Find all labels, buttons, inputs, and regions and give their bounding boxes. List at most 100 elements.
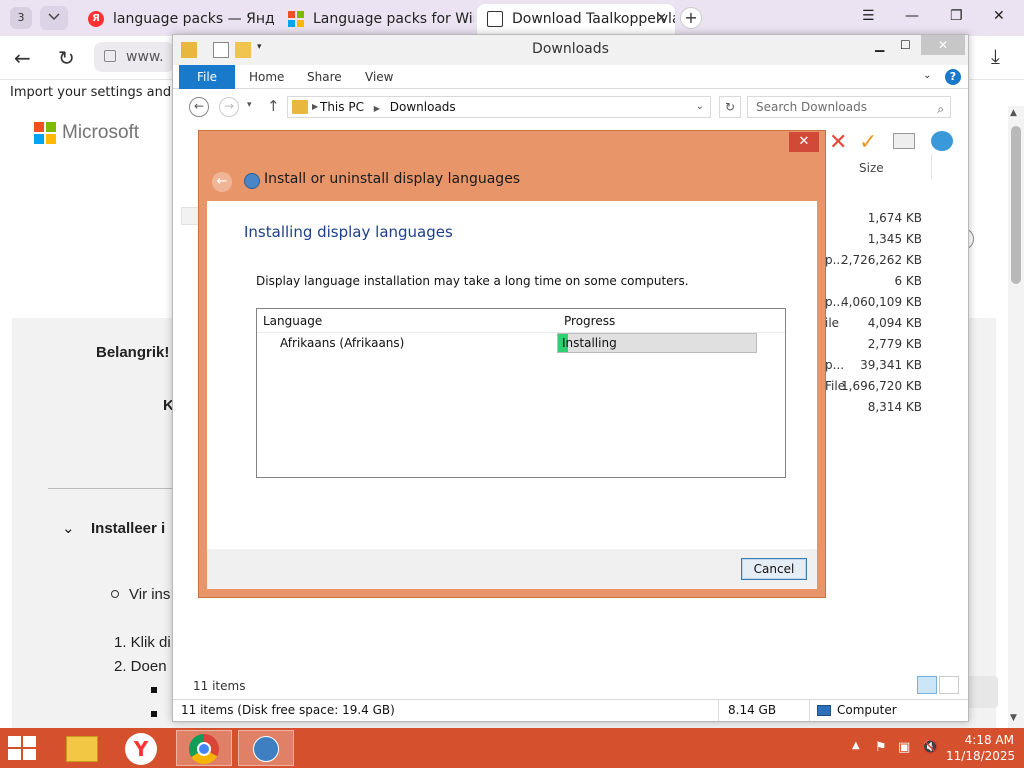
install-languages-dialog: ✕ ← Install or uninstall display languag… <box>198 130 826 598</box>
ribbon-tab-file[interactable]: File <box>179 65 235 89</box>
taskbar-language-settings[interactable] <box>238 730 294 766</box>
tab-close-icon[interactable]: ✕ <box>656 11 667 26</box>
microsoft-logo[interactable]: Microsoft <box>34 122 139 144</box>
tab-label: Download Taalkoppelvla <box>512 11 675 27</box>
page-scrollbar-thumb[interactable] <box>1011 126 1021 284</box>
divider <box>48 488 188 489</box>
computer-icon <box>817 705 831 716</box>
system-clock[interactable]: 4:18 AM 11/18/2025 <box>946 732 1015 764</box>
search-icon: ⌕ <box>937 102 944 116</box>
close-icon[interactable]: ✕ <box>993 8 1005 24</box>
dialog-note: Display language installation may take a… <box>256 274 689 288</box>
taskbar: Y ▲ ⚑ ▣ 🔇 4:18 AM 11/18/2025 <box>0 728 1024 768</box>
tabs-dropdown-button[interactable] <box>40 6 68 30</box>
explorer-maximize-icon[interactable]: ☐ <box>900 38 911 52</box>
reload-icon[interactable]: ↻ <box>58 46 75 70</box>
breadcrumb-downloads[interactable]: Downloads <box>390 100 456 114</box>
ribbon-tab-share[interactable]: Share <box>307 70 342 84</box>
download-icon[interactable]: ⤓ <box>991 44 1000 68</box>
back-arrow-icon[interactable]: ← <box>189 97 209 117</box>
language-table: Language Progress Afrikaans (Afrikaans) … <box>256 308 786 478</box>
bullet-square <box>151 711 157 717</box>
search-downloads-input[interactable]: Search Downloads ⌕ <box>747 96 951 118</box>
scroll-up-icon[interactable]: ▲ <box>1010 108 1017 118</box>
thumbnails-view-icon[interactable] <box>939 676 959 694</box>
tab-counter[interactable]: 3 <box>10 7 32 29</box>
browser-tab-bar: 3 Я language packs — Яндекс Language pac… <box>0 0 1024 36</box>
taskbar-chrome[interactable] <box>176 730 232 766</box>
import-settings-text: Import your settings and bo <box>10 85 192 100</box>
file-size: 4,094 KB <box>867 316 922 330</box>
file-size: 1,345 KB <box>867 232 922 246</box>
details-view-icon[interactable] <box>917 676 937 694</box>
browser-tab-download[interactable]: Download Taalkoppelvla ✕ <box>477 4 675 34</box>
help-icon[interactable]: ? <box>945 69 961 85</box>
file-size: 2,726,262 KB <box>841 253 922 267</box>
ribbon-tab-home[interactable]: Home <box>249 70 284 84</box>
explorer-address-bar[interactable]: ▶ This PC ▶ Downloads ⌄ <box>287 96 711 118</box>
file-size: 39,341 KB <box>860 358 922 372</box>
file-type: File <box>825 379 846 393</box>
tray-expand-icon[interactable]: ▲ <box>852 740 860 751</box>
browser-menu-icon[interactable]: ☰ <box>862 8 875 24</box>
yandex-icon: Я <box>88 11 104 27</box>
language-settings-icon <box>253 736 279 762</box>
ribbon-expand-icon[interactable]: ⌄ <box>923 70 931 81</box>
browser-tab-yandex[interactable]: Я language packs — Яндекс <box>78 4 274 34</box>
section-heading[interactable]: Installeer i <box>91 520 165 537</box>
explorer-minimize-icon[interactable]: ▁ <box>875 38 884 52</box>
bullet-square <box>151 687 157 693</box>
dialog-back-icon[interactable]: ← <box>212 172 232 192</box>
new-tab-button[interactable]: + <box>680 7 702 29</box>
network-icon[interactable]: ▣ <box>898 740 910 755</box>
status-location: Computer <box>837 703 897 717</box>
column-header-size[interactable]: Size <box>859 161 884 175</box>
step-2-text: 2. Doen <box>114 658 167 675</box>
address-text: www. <box>126 49 164 65</box>
status-divider <box>718 700 719 721</box>
status-divider <box>809 700 810 721</box>
cancel-button[interactable]: Cancel <box>741 558 807 580</box>
column-header-progress: Progress <box>564 314 616 328</box>
ribbon-tab-view[interactable]: View <box>365 70 393 84</box>
up-arrow-icon[interactable]: ↑ <box>267 97 280 115</box>
refresh-icon[interactable]: ↻ <box>719 96 741 118</box>
preview-icon[interactable] <box>893 133 915 149</box>
address-bar[interactable]: www. <box>94 42 174 72</box>
items-count: 11 items <box>193 679 246 693</box>
breadcrumb-this-pc[interactable]: This PC <box>320 100 364 114</box>
taskbar-yandex-browser[interactable]: Y <box>114 730 170 766</box>
step-1-text: 1. Klik di <box>114 634 171 651</box>
globe-icon[interactable] <box>931 131 953 151</box>
restore-icon[interactable]: ❐ <box>950 8 963 24</box>
forward-arrow-icon[interactable]: → <box>219 97 239 117</box>
address-dropdown-icon[interactable]: ⌄ <box>696 97 704 117</box>
file-explorer-icon <box>66 736 98 762</box>
page-button[interactable] <box>964 676 998 708</box>
section-chevron-icon[interactable]: ⌄ <box>62 519 75 537</box>
file-size: 8,314 KB <box>867 400 922 414</box>
file-size: 1,674 KB <box>867 211 922 225</box>
file-size: 4,060,109 KB <box>841 295 922 309</box>
explorer-title-bar[interactable]: ▾ Downloads ▁ ☐ ✕ <box>173 35 968 65</box>
recent-locations-icon[interactable]: ▾ <box>247 100 252 110</box>
chevron-right-icon: ▶ <box>312 102 319 111</box>
address-row: ← → ▾ ↑ ▶ This PC ▶ Downloads ⌄ ↻ Search… <box>173 91 968 123</box>
microsoft-icon <box>288 11 304 27</box>
progress-status: Installing <box>562 336 617 350</box>
windows-start-icon[interactable] <box>8 736 38 760</box>
back-icon[interactable]: ← <box>14 46 31 70</box>
document-icon <box>487 11 503 27</box>
minimize-icon[interactable]: — <box>905 8 919 24</box>
taskbar-file-explorer[interactable] <box>54 730 110 766</box>
action-center-icon[interactable]: ⚑ <box>875 740 887 755</box>
dialog-close-icon[interactable]: ✕ <box>789 132 819 152</box>
volume-muted-icon[interactable]: 🔇 <box>922 740 938 755</box>
scroll-down-icon[interactable]: ▼ <box>1010 713 1017 723</box>
browser-tab-language-packs[interactable]: Language packs for Windo <box>278 4 474 34</box>
tab-label: Language packs for Windo <box>313 11 474 27</box>
explorer-close-icon[interactable]: ✕ <box>921 35 965 55</box>
chrome-center-icon <box>197 742 211 756</box>
delete-icon[interactable]: ✕ <box>829 130 847 155</box>
checkmark-icon[interactable]: ✓ <box>859 130 877 155</box>
